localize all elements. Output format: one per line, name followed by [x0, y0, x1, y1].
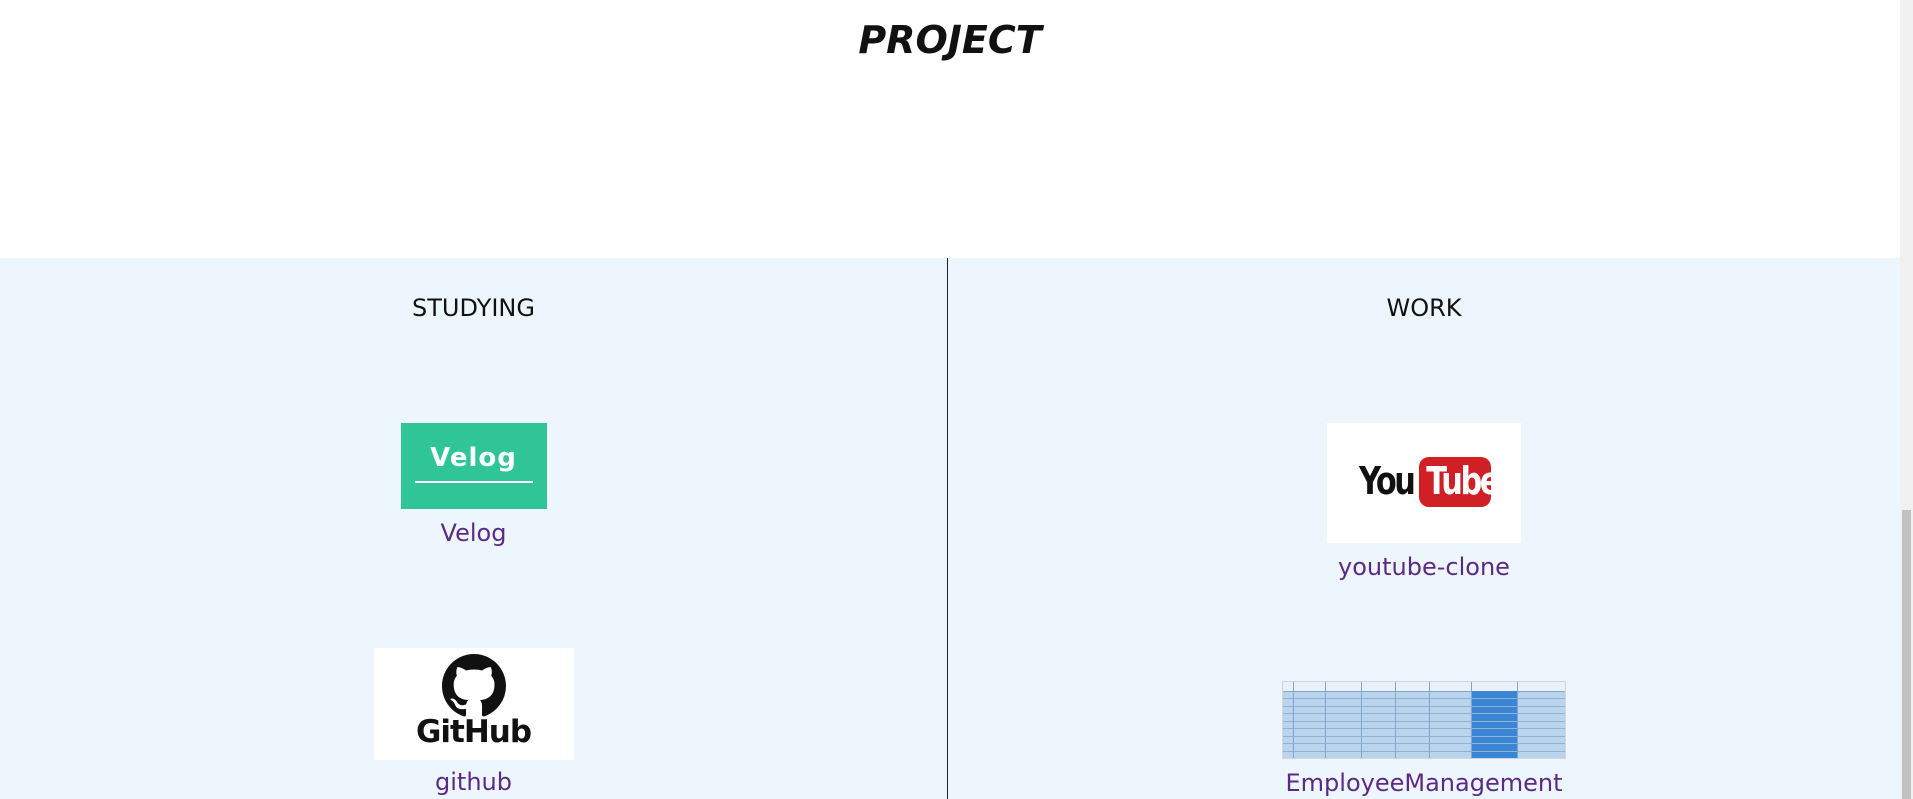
vertical-scrollbar[interactable] — [1900, 0, 1913, 799]
sheet-column-line — [1325, 682, 1326, 758]
sheet-column-line — [1293, 682, 1294, 758]
page: PROJECT STUDYING Velog Velog GitHub gith… — [0, 0, 1900, 799]
studying-heading: STUDYING — [412, 294, 535, 322]
velog-link[interactable]: Velog — [441, 519, 507, 547]
sheet-column-line — [1361, 682, 1362, 758]
studying-column: STUDYING Velog Velog GitHub github — [0, 258, 947, 799]
sheet-column-line — [1471, 682, 1472, 758]
employee-management-link[interactable]: EmployeeManagement — [1286, 769, 1563, 797]
page-title: PROJECT — [858, 18, 1042, 62]
velog-logo-text: Velog — [430, 443, 517, 473]
github-logo-text: GitHub — [415, 714, 532, 750]
velog-logo-underline — [414, 481, 533, 483]
youtube-logo-tube: Tube — [1426, 459, 1500, 503]
youtube-clone-link[interactable]: youtube-clone — [1338, 553, 1510, 581]
youtube-logo-you: You — [1359, 459, 1416, 503]
github-thumbnail[interactable]: GitHub — [373, 648, 574, 760]
sheet-column-line — [1395, 682, 1396, 758]
sheet-column-line — [1517, 682, 1518, 758]
github-link[interactable]: github — [435, 768, 512, 796]
github-octocat-icon — [441, 654, 506, 717]
velog-project[interactable]: Velog Velog — [0, 423, 947, 547]
youtube-clone-project[interactable]: You Tube youtube-clone — [948, 423, 1900, 581]
scrollbar-thumb[interactable] — [1902, 510, 1911, 799]
sheet-column-line — [1429, 682, 1430, 758]
sheet-column-line — [1565, 682, 1566, 758]
employee-sheet-thumbnail[interactable] — [1282, 681, 1566, 759]
github-project[interactable]: GitHub github — [0, 648, 947, 796]
employee-management-project[interactable]: EmployeeManagement — [948, 681, 1900, 797]
velog-thumbnail[interactable]: Velog — [400, 423, 547, 509]
projects-section: STUDYING Velog Velog GitHub github WORK … — [0, 258, 1900, 799]
work-heading: WORK — [1386, 294, 1462, 322]
work-column: WORK You Tube youtube-clone EmployeeMana… — [948, 258, 1900, 799]
youtube-thumbnail[interactable]: You Tube — [1327, 423, 1521, 543]
